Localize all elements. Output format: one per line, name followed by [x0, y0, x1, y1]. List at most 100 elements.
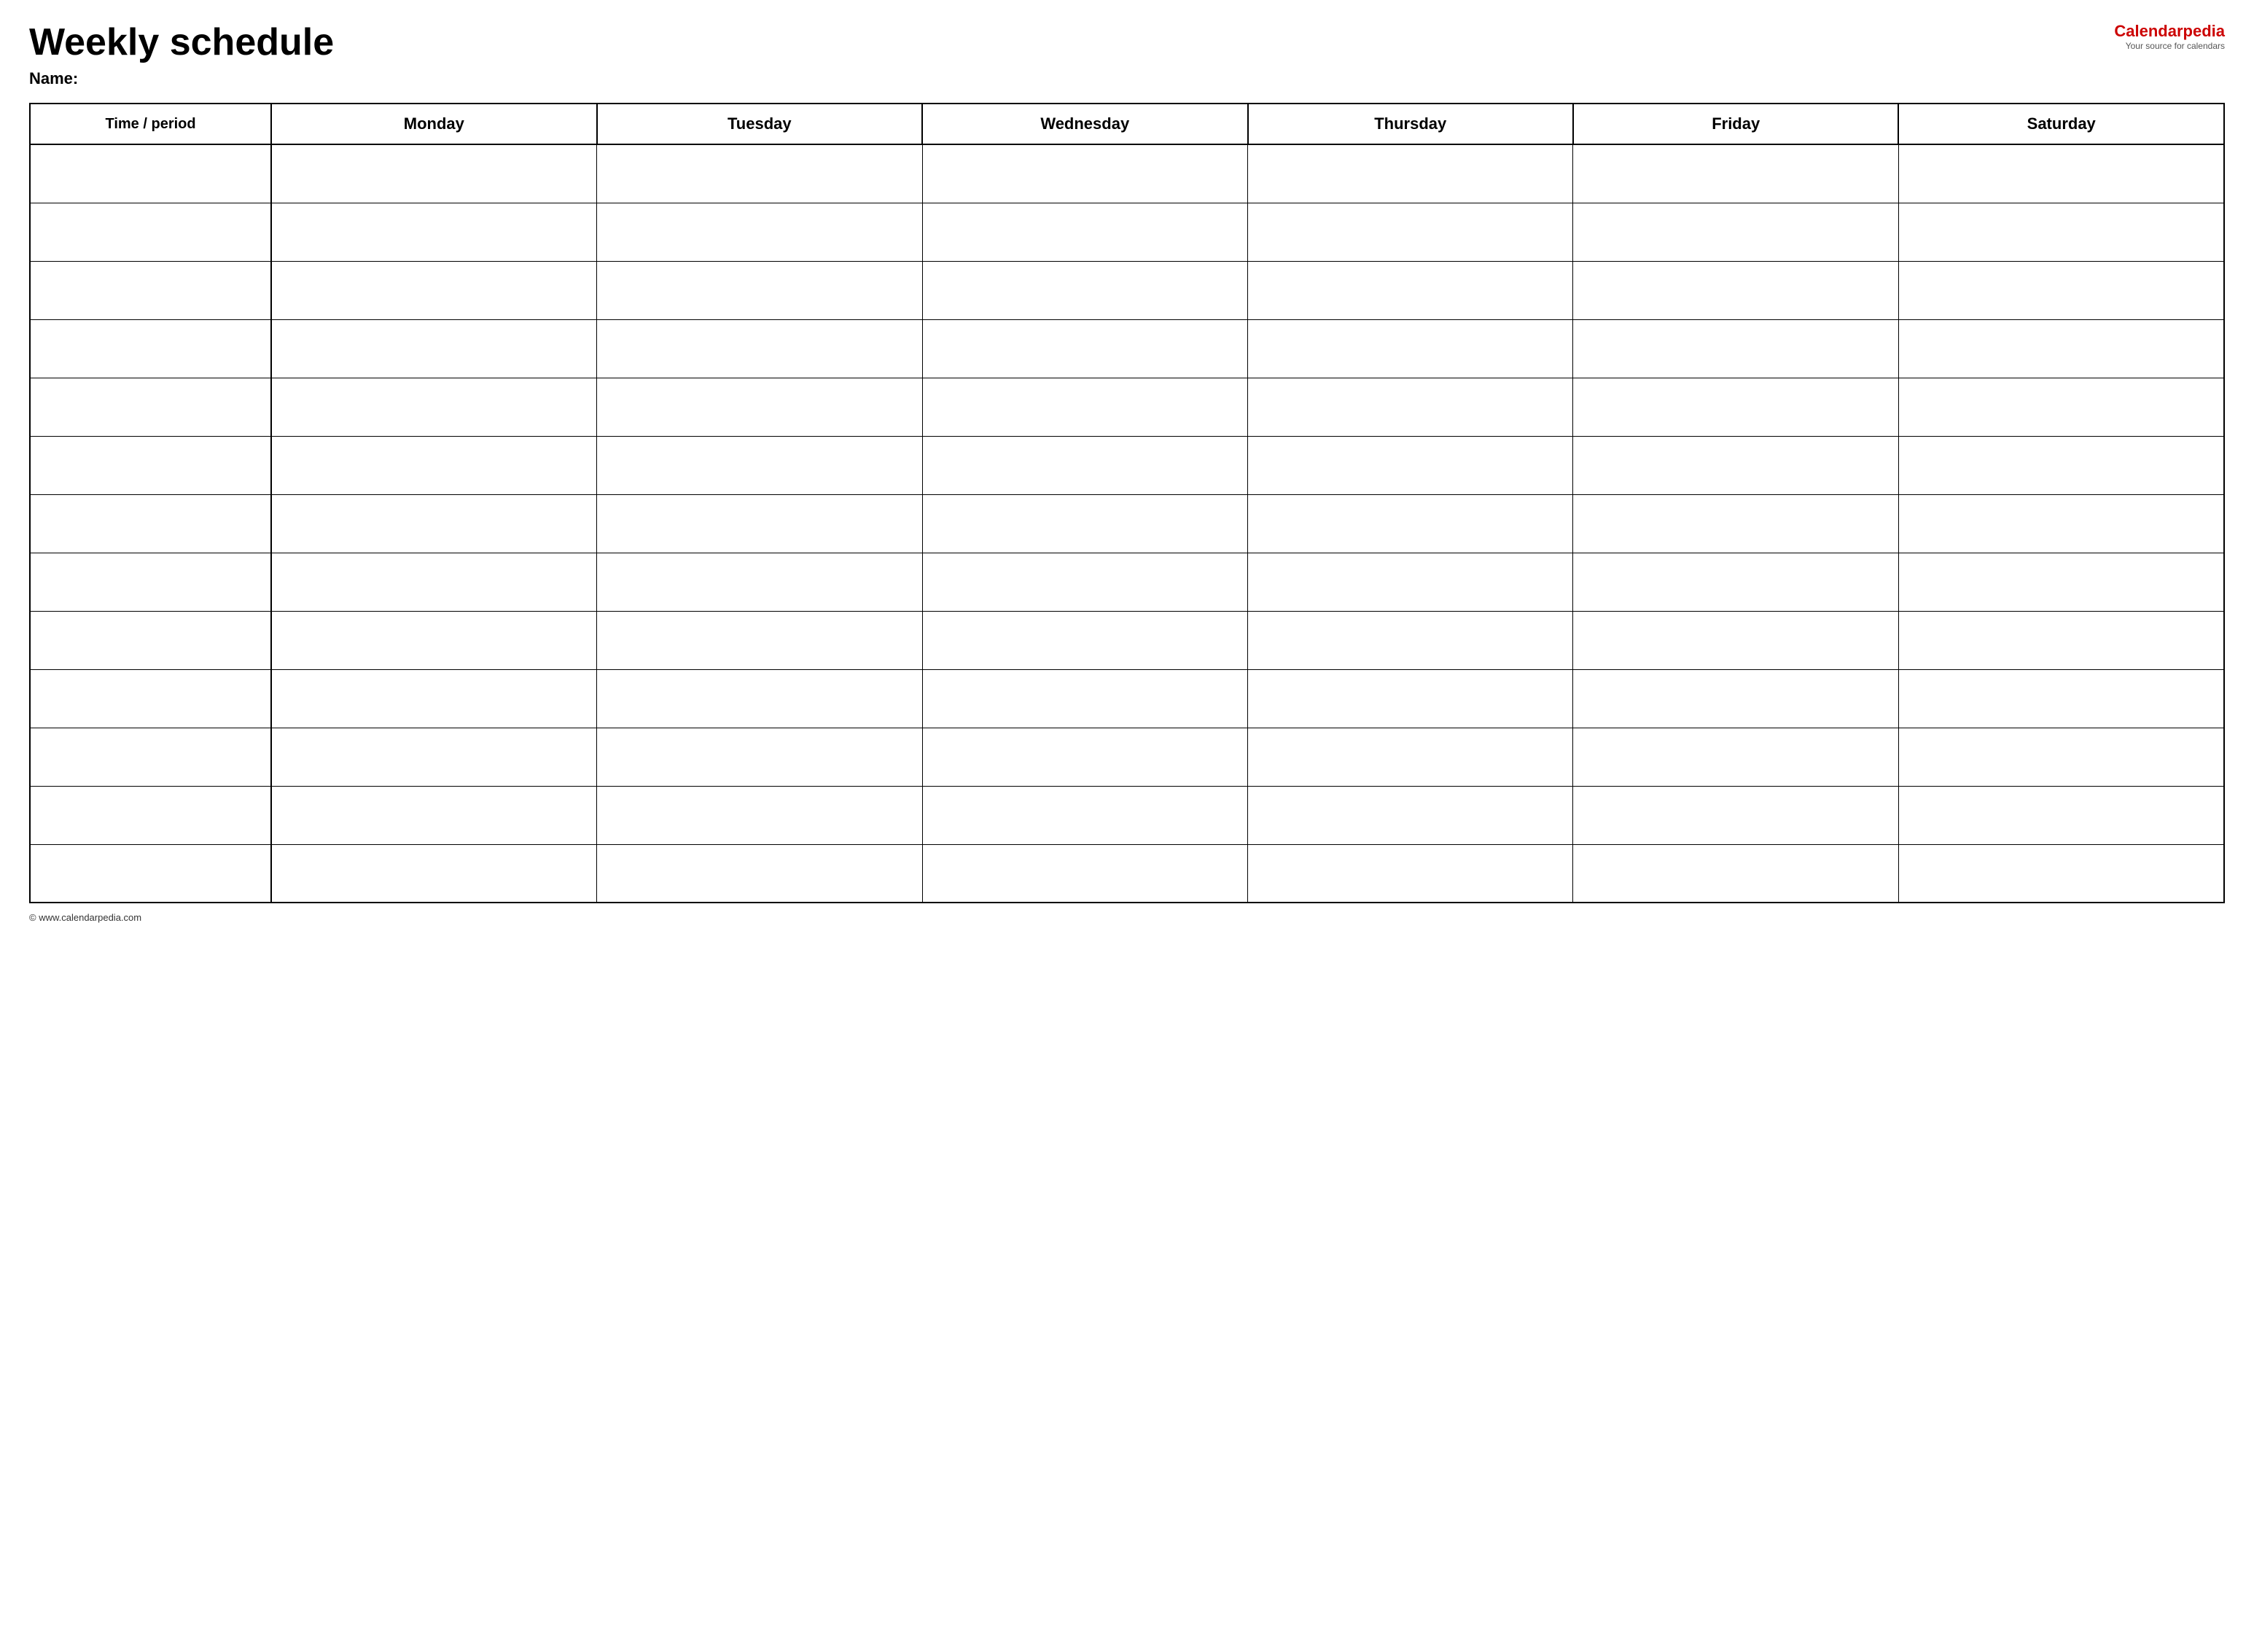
schedule-cell[interactable] — [1248, 319, 1573, 378]
schedule-cell[interactable] — [1898, 144, 2224, 203]
schedule-cell[interactable] — [597, 669, 922, 728]
time-cell[interactable] — [30, 553, 271, 611]
time-cell[interactable] — [30, 319, 271, 378]
schedule-cell[interactable] — [1573, 203, 1898, 261]
schedule-cell[interactable] — [1573, 494, 1898, 553]
schedule-cell[interactable] — [1573, 436, 1898, 494]
schedule-cell[interactable] — [271, 669, 596, 728]
schedule-cell[interactable] — [1898, 728, 2224, 786]
schedule-cell[interactable] — [1248, 494, 1573, 553]
logo-sub: Your source for calendars — [2126, 41, 2225, 51]
schedule-cell[interactable] — [271, 786, 596, 844]
schedule-cell[interactable] — [1898, 669, 2224, 728]
table-row — [30, 319, 2224, 378]
footer: © www.calendarpedia.com — [29, 912, 2225, 923]
time-cell[interactable] — [30, 786, 271, 844]
time-cell[interactable] — [30, 378, 271, 436]
time-cell[interactable] — [30, 144, 271, 203]
schedule-cell[interactable] — [1248, 611, 1573, 669]
schedule-cell[interactable] — [271, 844, 596, 903]
schedule-cell[interactable] — [1248, 553, 1573, 611]
time-cell[interactable] — [30, 494, 271, 553]
table-row — [30, 786, 2224, 844]
time-cell[interactable] — [30, 844, 271, 903]
schedule-cell[interactable] — [597, 728, 922, 786]
schedule-cell[interactable] — [597, 611, 922, 669]
schedule-cell[interactable] — [1573, 844, 1898, 903]
schedule-cell[interactable] — [597, 786, 922, 844]
schedule-cell[interactable] — [1898, 786, 2224, 844]
schedule-cell[interactable] — [597, 378, 922, 436]
schedule-cell[interactable] — [1898, 378, 2224, 436]
schedule-cell[interactable] — [1898, 261, 2224, 319]
schedule-cell[interactable] — [1248, 203, 1573, 261]
schedule-cell[interactable] — [271, 436, 596, 494]
table-row — [30, 144, 2224, 203]
schedule-cell[interactable] — [922, 553, 1247, 611]
schedule-cell[interactable] — [1898, 844, 2224, 903]
schedule-cell[interactable] — [271, 494, 596, 553]
schedule-cell[interactable] — [922, 203, 1247, 261]
col-header-time: Time / period — [30, 104, 271, 144]
schedule-cell[interactable] — [271, 261, 596, 319]
time-cell[interactable] — [30, 728, 271, 786]
schedule-cell[interactable] — [271, 203, 596, 261]
schedule-cell[interactable] — [1573, 261, 1898, 319]
schedule-cell[interactable] — [271, 611, 596, 669]
schedule-cell[interactable] — [1573, 728, 1898, 786]
schedule-cell[interactable] — [922, 611, 1247, 669]
schedule-cell[interactable] — [271, 553, 596, 611]
schedule-cell[interactable] — [1898, 436, 2224, 494]
schedule-cell[interactable] — [271, 144, 596, 203]
schedule-cell[interactable] — [1248, 669, 1573, 728]
time-cell[interactable] — [30, 203, 271, 261]
schedule-cell[interactable] — [1248, 786, 1573, 844]
schedule-cell[interactable] — [1898, 553, 2224, 611]
schedule-cell[interactable] — [922, 786, 1247, 844]
schedule-cell[interactable] — [1573, 319, 1898, 378]
schedule-cell[interactable] — [597, 261, 922, 319]
schedule-cell[interactable] — [922, 494, 1247, 553]
schedule-cell[interactable] — [922, 436, 1247, 494]
schedule-cell[interactable] — [922, 728, 1247, 786]
schedule-cell[interactable] — [597, 319, 922, 378]
table-row — [30, 553, 2224, 611]
table-header-row: Time / period Monday Tuesday Wednesday T… — [30, 104, 2224, 144]
schedule-cell[interactable] — [271, 319, 596, 378]
schedule-cell[interactable] — [597, 553, 922, 611]
schedule-cell[interactable] — [1248, 844, 1573, 903]
schedule-cell[interactable] — [922, 669, 1247, 728]
schedule-cell[interactable] — [597, 844, 922, 903]
schedule-cell[interactable] — [1248, 144, 1573, 203]
schedule-cell[interactable] — [1573, 553, 1898, 611]
schedule-cell[interactable] — [922, 378, 1247, 436]
schedule-cell[interactable] — [597, 436, 922, 494]
schedule-cell[interactable] — [271, 378, 596, 436]
schedule-cell[interactable] — [1248, 728, 1573, 786]
schedule-cell[interactable] — [1573, 378, 1898, 436]
schedule-cell[interactable] — [597, 494, 922, 553]
schedule-cell[interactable] — [1248, 261, 1573, 319]
schedule-cell[interactable] — [1898, 319, 2224, 378]
schedule-cell[interactable] — [922, 144, 1247, 203]
time-cell[interactable] — [30, 611, 271, 669]
time-cell[interactable] — [30, 436, 271, 494]
schedule-cell[interactable] — [1573, 669, 1898, 728]
schedule-cell[interactable] — [922, 261, 1247, 319]
schedule-cell[interactable] — [1573, 611, 1898, 669]
schedule-cell[interactable] — [1898, 494, 2224, 553]
schedule-cell[interactable] — [271, 728, 596, 786]
table-row — [30, 494, 2224, 553]
schedule-cell[interactable] — [597, 203, 922, 261]
time-cell[interactable] — [30, 261, 271, 319]
schedule-cell[interactable] — [922, 844, 1247, 903]
schedule-cell[interactable] — [1573, 144, 1898, 203]
time-cell[interactable] — [30, 669, 271, 728]
schedule-cell[interactable] — [597, 144, 922, 203]
schedule-cell[interactable] — [1898, 611, 2224, 669]
schedule-cell[interactable] — [1248, 436, 1573, 494]
schedule-cell[interactable] — [1898, 203, 2224, 261]
schedule-cell[interactable] — [1248, 378, 1573, 436]
schedule-cell[interactable] — [1573, 786, 1898, 844]
schedule-cell[interactable] — [922, 319, 1247, 378]
